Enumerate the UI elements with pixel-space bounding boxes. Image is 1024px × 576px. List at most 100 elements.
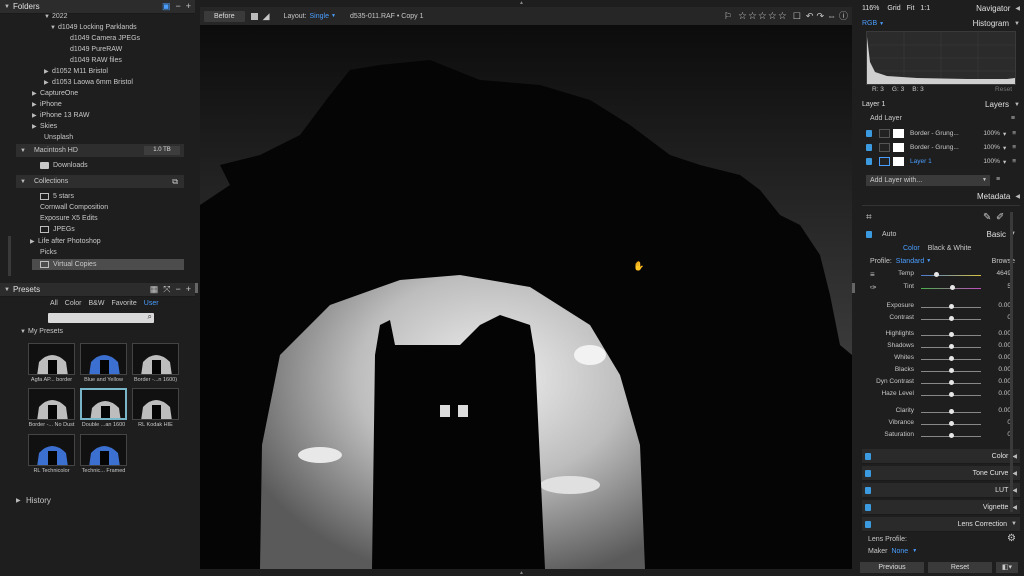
flag-icon[interactable]: ⚐: [724, 11, 732, 21]
folder-item[interactable]: ▶ d1052 M11 Bristol: [44, 66, 108, 77]
layer-row[interactable]: Border - Grung... 100% ▾ ≡: [866, 127, 1016, 140]
adjustment-slider[interactable]: Haze Level 0.00: [866, 390, 1011, 400]
slider-handle[interactable]: [950, 285, 956, 290]
star-rating[interactable]: ☆☆☆☆☆: [738, 11, 788, 22]
auto-button[interactable]: Auto: [882, 231, 896, 238]
profile-select[interactable]: Standard: [896, 258, 924, 265]
rotate-left-icon[interactable]: ↶: [806, 11, 814, 21]
grid-view-icon[interactable]: ▦: [150, 285, 159, 294]
chevron-down-icon[interactable]: ▾: [1003, 144, 1006, 152]
adjustment-slider[interactable]: Temp 4649: [866, 270, 1011, 280]
preset-thumbnail[interactable]: [80, 388, 127, 420]
menu-icon[interactable]: ≡: [1012, 144, 1016, 151]
collection-item[interactable]: 5 stars: [40, 191, 74, 202]
adjustment-slider[interactable]: Shadows 0.00: [866, 342, 1011, 352]
folder-item[interactable]: d1049 RAW files: [62, 55, 122, 66]
expand-icon[interactable]: ▶: [30, 238, 38, 245]
photo-canvas[interactable]: ✋: [200, 25, 852, 569]
section-toggle[interactable]: [865, 452, 871, 460]
crop-icon[interactable]: ⌗: [866, 212, 872, 223]
right-scrollbar[interactable]: [1010, 212, 1013, 512]
menu-icon[interactable]: ≡: [1012, 130, 1016, 137]
adjustment-slider[interactable]: Dyn Contrast 0.00: [866, 378, 1011, 388]
expand-icon[interactable]: ▶: [44, 68, 52, 75]
collapse-icon[interactable]: ◀: [1015, 5, 1020, 12]
left-panel-handle[interactable]: [195, 283, 198, 293]
chevron-down-icon[interactable]: ▼: [982, 175, 987, 186]
preset-tab[interactable]: All: [50, 300, 58, 307]
zoom-level[interactable]: 116%: [862, 5, 879, 12]
gear-icon[interactable]: ⚙: [1007, 534, 1016, 544]
layer-visibility-toggle[interactable]: [866, 130, 872, 137]
collection-item[interactable]: Cornwall Composition: [40, 202, 108, 213]
collections-row[interactable]: ▼ Collections ⧉: [16, 175, 184, 188]
adjustment-slider[interactable]: Vibrance 0: [866, 419, 1011, 429]
chevron-down-icon[interactable]: ▾: [1003, 130, 1006, 138]
collapse-icon[interactable]: ▼: [1011, 521, 1017, 527]
folder-downloads[interactable]: Downloads: [40, 160, 88, 171]
slider-handle[interactable]: [949, 344, 954, 349]
collection-item[interactable]: Virtual Copies: [32, 259, 184, 270]
layer-row[interactable]: Layer 1 100% ▾ ≡: [866, 155, 1016, 168]
grid-button[interactable]: Grid: [887, 5, 900, 12]
panel-toggle-icon[interactable]: ◧▾: [996, 562, 1018, 573]
preset-thumbnail[interactable]: [28, 343, 75, 375]
section-header[interactable]: Lens Correction ▼: [862, 517, 1020, 532]
maker-select[interactable]: None: [891, 548, 908, 555]
section-header[interactable]: Vignette ◀: [862, 500, 1020, 515]
layer-opacity[interactable]: 100%: [983, 158, 1000, 165]
menu-icon[interactable]: ≡: [1011, 115, 1015, 122]
add-collection-icon[interactable]: ⧉: [172, 177, 178, 186]
before-button[interactable]: Before: [204, 10, 245, 22]
menu-icon[interactable]: ≡: [1012, 158, 1016, 165]
folder-item[interactable]: ▼ 2022: [44, 11, 68, 22]
bottom-collapse-icon[interactable]: ▲: [519, 570, 524, 576]
preset-tab[interactable]: Favorite: [111, 300, 136, 307]
drive-row[interactable]: ▼ Macintosh HD 1.0 TB: [16, 144, 184, 157]
folder-item[interactable]: d1049 Camera JPEGs: [62, 33, 140, 44]
section-toggle[interactable]: [865, 486, 871, 494]
folder-item[interactable]: ▶ d1053 Laowa 6mm Bristol: [44, 77, 133, 88]
right-panel-handle[interactable]: [852, 283, 855, 293]
collection-item[interactable]: JPEGs: [40, 224, 75, 235]
plus-icon[interactable]: +: [186, 2, 191, 11]
slider-value[interactable]: 0.00: [991, 407, 1011, 414]
section-toggle[interactable]: [865, 503, 871, 511]
previous-button[interactable]: Previous: [860, 562, 924, 573]
preset-thumbnail[interactable]: [28, 434, 75, 466]
expand-icon[interactable]: ▼: [20, 329, 28, 335]
preset-tab[interactable]: B&W: [89, 300, 105, 307]
slider-handle[interactable]: [949, 380, 954, 385]
layer-visibility-toggle[interactable]: [866, 158, 872, 165]
layer-opacity[interactable]: 100%: [983, 130, 1000, 137]
folder-item[interactable]: ▶ Skies: [32, 121, 57, 132]
expand-icon[interactable]: ▼: [20, 179, 26, 185]
expand-icon[interactable]: ▶: [44, 79, 52, 86]
slider-value[interactable]: 0: [991, 314, 1011, 321]
histogram-mode[interactable]: RGB: [862, 20, 877, 27]
info-icon[interactable]: ⓘ: [839, 11, 848, 21]
top-collapse-icon[interactable]: ▲: [519, 0, 524, 6]
minus-icon[interactable]: −: [175, 285, 180, 294]
collapse-icon[interactable]: ▼: [1014, 21, 1020, 27]
fit-button[interactable]: Fit: [907, 5, 915, 12]
collection-item[interactable]: ▶ Life after Photoshop: [30, 236, 101, 247]
preset-thumbnail[interactable]: [80, 434, 127, 466]
expand-icon[interactable]: ▶: [32, 101, 40, 108]
chevron-down-icon[interactable]: ▼: [926, 258, 931, 265]
adjustment-slider[interactable]: Exposure 0.00: [866, 302, 1011, 312]
brush-icon[interactable]: ✎: [983, 212, 991, 223]
expand-icon[interactable]: ▶: [32, 90, 40, 97]
flip-icon[interactable]: ⇔: [827, 11, 836, 21]
preset-search-input[interactable]: ⌕: [48, 313, 154, 323]
histogram-reset[interactable]: Reset: [995, 86, 1012, 93]
metadata-header[interactable]: Metadata ◀: [862, 190, 1020, 203]
section-header[interactable]: Color ◀: [862, 449, 1020, 464]
adjustment-slider[interactable]: Blacks 0.00: [866, 366, 1011, 376]
slider-value[interactable]: 4649: [991, 270, 1011, 277]
split-view-icon[interactable]: ◢: [263, 11, 270, 21]
adjustment-slider[interactable]: Highlights 0.00: [866, 330, 1011, 340]
compare-icon[interactable]: [250, 12, 258, 20]
adjustment-slider[interactable]: Whites 0.00: [866, 354, 1011, 364]
slider-value[interactable]: 0.00: [991, 330, 1011, 337]
